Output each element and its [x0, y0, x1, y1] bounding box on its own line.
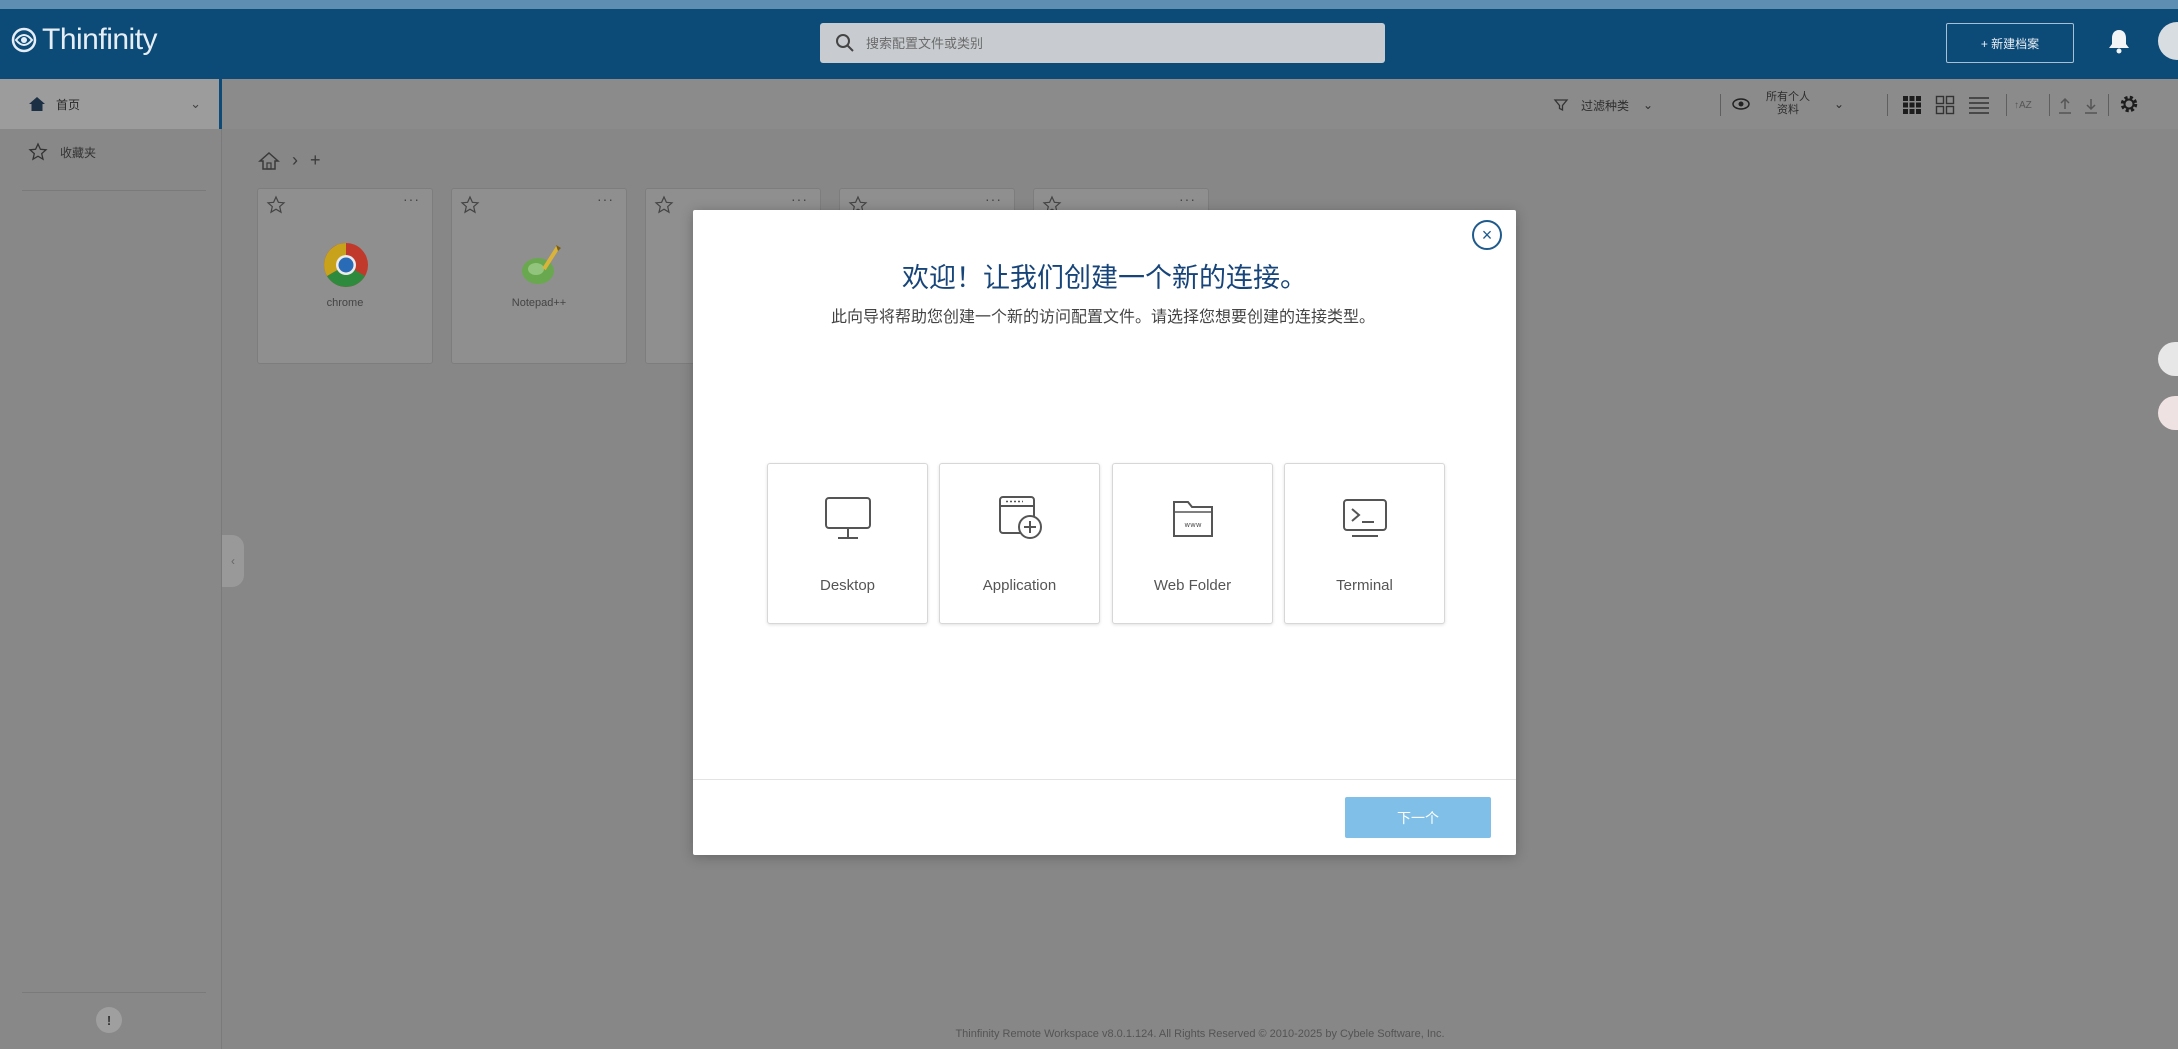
thinfinity-logo-icon [11, 27, 37, 53]
notification-bell-icon[interactable] [2106, 27, 2132, 55]
info-button[interactable]: ! [96, 1007, 122, 1033]
home-outline-icon[interactable] [258, 151, 280, 171]
dialog-title: 欢迎！让我们创建一个新的连接。 [902, 263, 1307, 293]
large-grid-view-icon[interactable] [1902, 95, 1922, 115]
filter-icon [1553, 99, 1569, 112]
header-top-edge [0, 0, 2178, 9]
sidebar-divider [22, 190, 206, 191]
list-view-icon[interactable] [1968, 95, 1990, 115]
download-icon[interactable] [2083, 97, 2099, 115]
search-icon [836, 34, 854, 52]
new-profile-button[interactable]: + 新建档案 [1946, 23, 2074, 63]
floating-action-bubble[interactable] [2158, 396, 2178, 430]
chevron-down-icon: ⌄ [1643, 98, 1654, 112]
more-options-icon[interactable]: ··· [1179, 191, 1196, 207]
dialog-footer-divider [693, 779, 1516, 780]
option-label: Desktop [819, 577, 876, 594]
card-name: Notepad++ [511, 297, 567, 309]
visibility-label: 所有个人资料 [1766, 91, 1810, 116]
breadcrumb-chevron-right-icon: › [292, 150, 298, 170]
sort-az-button[interactable]: ↑AZ [2014, 92, 2032, 118]
svg-text:www: www [1184, 521, 1201, 529]
search-input[interactable] [864, 34, 1348, 52]
star-outline-icon [28, 142, 48, 161]
connection-type-web-folder[interactable]: www Web Folder [1112, 463, 1273, 624]
home-icon [29, 97, 45, 111]
chevron-left-icon: ‹ [231, 554, 235, 568]
search-bar[interactable] [820, 23, 1385, 63]
visibility-dropdown[interactable]: 所有个人资料 ⌄ [1732, 84, 1844, 124]
favorites-label: 收藏夹 [60, 145, 97, 160]
connection-type-desktop[interactable]: Desktop [767, 463, 928, 624]
web-folder-icon: www [1173, 501, 1213, 537]
sidebar-item-home[interactable]: 首页 ⌄ [0, 79, 222, 129]
brand-name: Thinfinity [42, 23, 158, 56]
more-options-icon[interactable]: ··· [403, 191, 420, 207]
notepad-plus-plus-icon [522, 245, 561, 284]
small-grid-view-icon[interactable] [1935, 95, 1955, 115]
eye-icon [1732, 98, 1750, 110]
settings-gear-icon[interactable] [2118, 93, 2140, 115]
toolbar [0, 79, 2178, 129]
connection-type-application[interactable]: Application [939, 463, 1100, 624]
more-options-icon[interactable]: ··· [791, 191, 808, 207]
terminal-icon [1343, 499, 1387, 537]
floating-action-bubble[interactable] [2158, 342, 2178, 376]
next-button[interactable]: 下一个 [1345, 797, 1491, 838]
chevron-down-icon: ⌄ [190, 96, 201, 111]
chevron-down-icon: ⌄ [1834, 97, 1845, 111]
filter-label: 过滤种类 [1581, 98, 1630, 113]
star-outline-icon[interactable] [460, 195, 480, 215]
option-label: Application [982, 577, 1057, 594]
sidebar-collapse-handle[interactable]: ‹ [222, 535, 244, 587]
connection-type-terminal[interactable]: Terminal [1284, 463, 1445, 624]
star-outline-icon[interactable] [266, 195, 286, 215]
sidebar-divider [22, 992, 206, 993]
more-options-icon[interactable]: ··· [597, 191, 614, 207]
toolbar-divider [2108, 94, 2109, 116]
thinfinity-logo[interactable]: Thinfinity [10, 20, 158, 60]
toolbar-divider [1720, 94, 1721, 116]
toolbar-divider [2006, 94, 2007, 116]
profile-card[interactable]: ··· Notepad++ [451, 188, 627, 364]
option-label: Terminal [1336, 577, 1393, 594]
dialog-subtitle: 此向导将帮助您创建一个新的访问配置文件。请选择您想要创建的连接类型。 [830, 309, 1375, 326]
sidebar [0, 129, 222, 1049]
toolbar-divider [1887, 94, 1888, 116]
card-name: chrome [326, 297, 364, 309]
option-label: Web Folder [1153, 577, 1232, 594]
home-label: 首页 [56, 97, 81, 112]
add-button[interactable]: + [310, 150, 321, 171]
breadcrumb: › + [258, 150, 321, 171]
close-icon[interactable]: × [1472, 220, 1502, 250]
sidebar-item-favorites[interactable]: 收藏夹 [28, 142, 96, 162]
chrome-icon [324, 243, 368, 287]
star-outline-icon[interactable] [654, 195, 674, 215]
copyright-footer: Thinfinity Remote Workspace v8.0.1.124. … [955, 1028, 1445, 1040]
profile-card[interactable]: ··· chrome [257, 188, 433, 364]
more-options-icon[interactable]: ··· [985, 191, 1002, 207]
toolbar-divider [2049, 94, 2050, 116]
monitor-icon [825, 497, 871, 539]
upload-icon[interactable] [2057, 97, 2073, 115]
filter-dropdown[interactable]: 过滤种类 ⌄ [1553, 92, 1653, 118]
application-window-icon [999, 496, 1042, 539]
